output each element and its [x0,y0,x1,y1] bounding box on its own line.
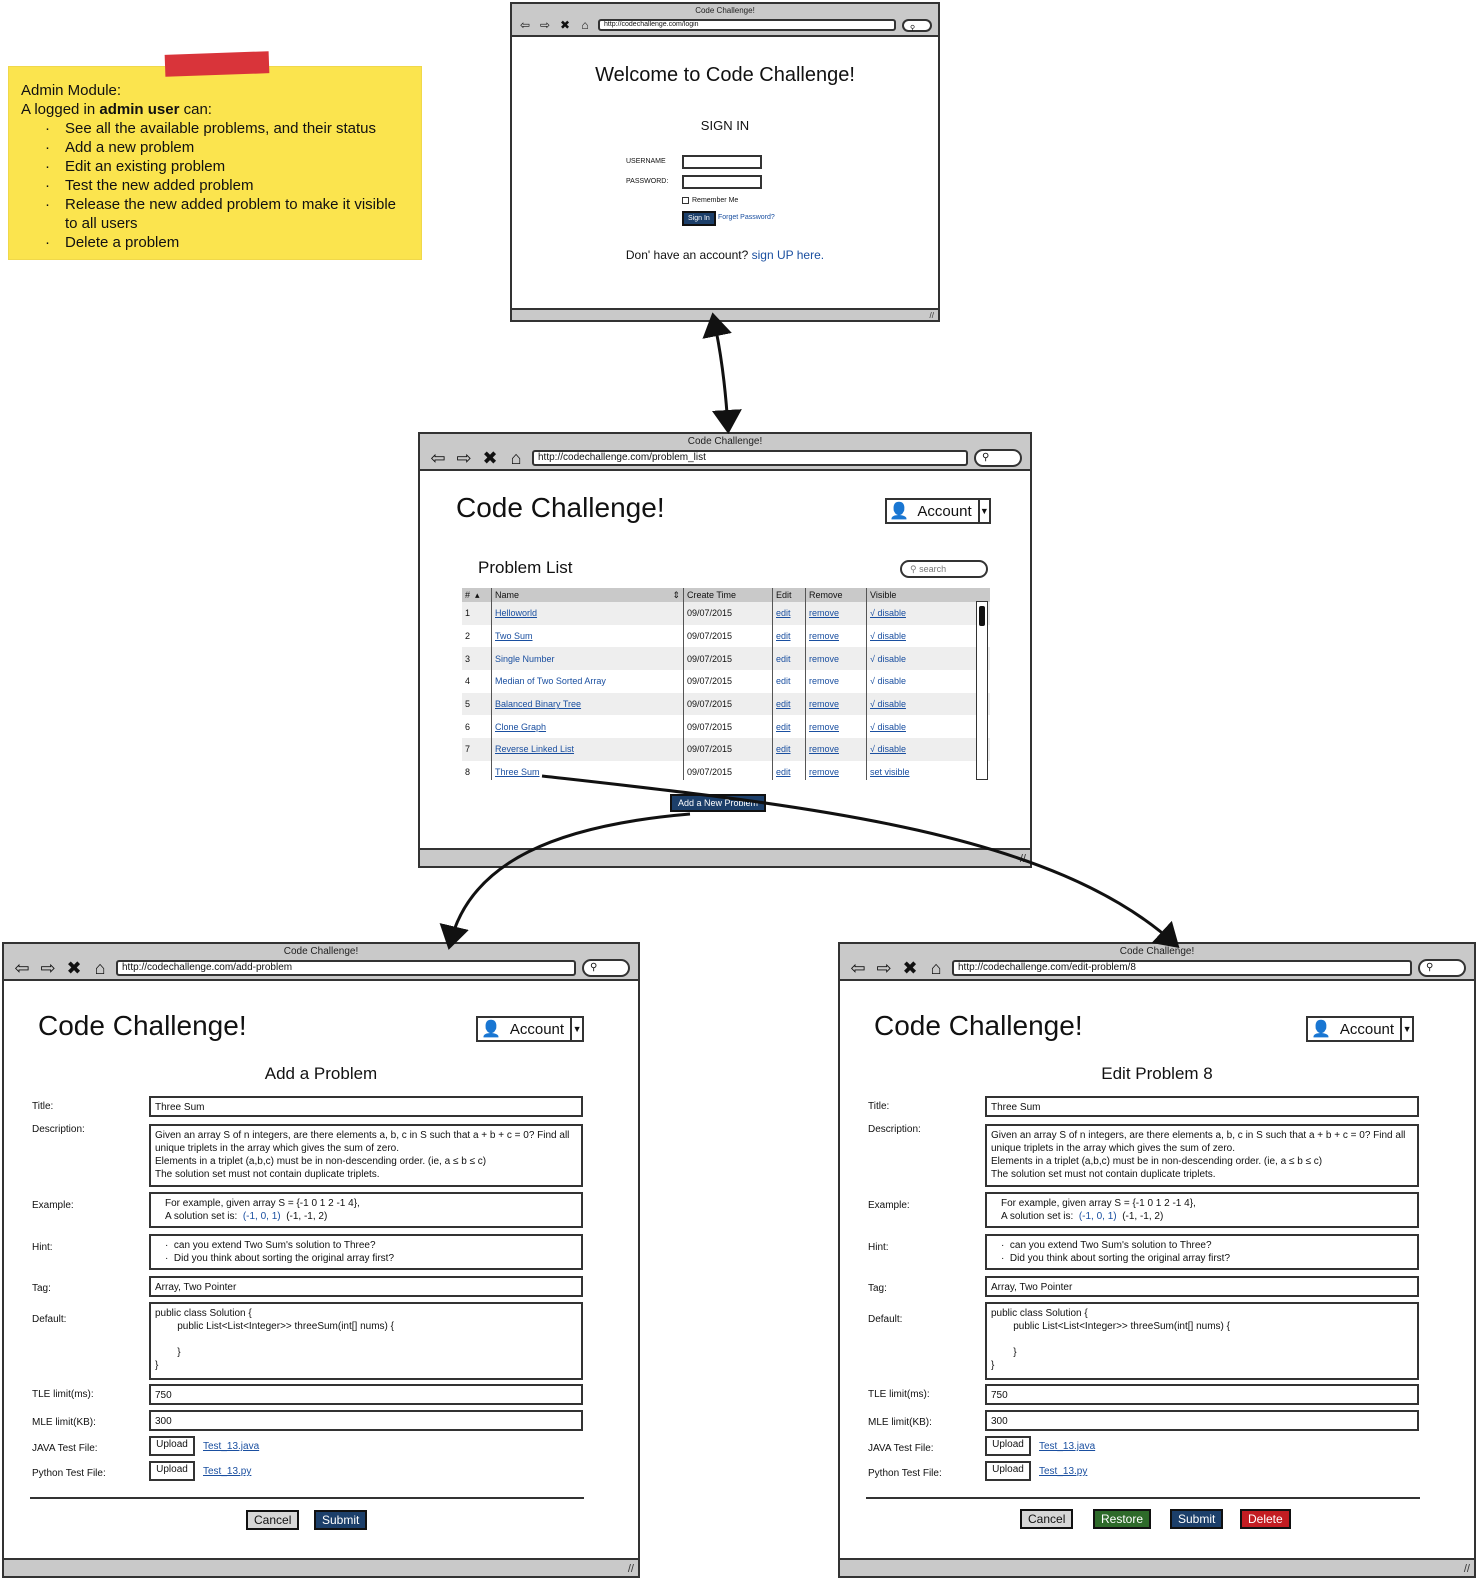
flow-arrows [439,312,1180,950]
login-to-list-arrow [702,312,742,434]
list-to-add-arrow [439,812,691,950]
list-to-edit-arrow [541,774,1180,949]
